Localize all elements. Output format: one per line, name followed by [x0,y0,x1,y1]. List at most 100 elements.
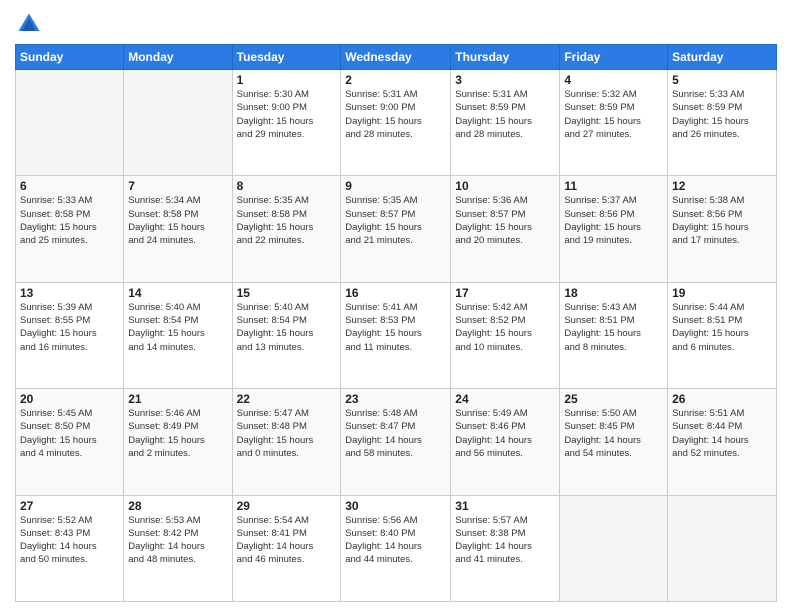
column-header-tuesday: Tuesday [232,45,341,70]
column-header-monday: Monday [124,45,232,70]
calendar-week-row: 20Sunrise: 5:45 AM Sunset: 8:50 PM Dayli… [16,389,777,495]
calendar-cell: 28Sunrise: 5:53 AM Sunset: 8:42 PM Dayli… [124,495,232,601]
calendar-cell: 15Sunrise: 5:40 AM Sunset: 8:54 PM Dayli… [232,282,341,388]
calendar-cell: 23Sunrise: 5:48 AM Sunset: 8:47 PM Dayli… [341,389,451,495]
day-info: Sunrise: 5:35 AM Sunset: 8:58 PM Dayligh… [237,194,337,247]
calendar: SundayMondayTuesdayWednesdayThursdayFrid… [15,44,777,602]
day-info: Sunrise: 5:49 AM Sunset: 8:46 PM Dayligh… [455,407,555,460]
day-number: 27 [20,499,119,513]
calendar-cell: 11Sunrise: 5:37 AM Sunset: 8:56 PM Dayli… [560,176,668,282]
column-header-wednesday: Wednesday [341,45,451,70]
calendar-cell [16,70,124,176]
calendar-cell: 3Sunrise: 5:31 AM Sunset: 8:59 PM Daylig… [451,70,560,176]
day-info: Sunrise: 5:40 AM Sunset: 8:54 PM Dayligh… [237,301,337,354]
day-number: 26 [672,392,772,406]
day-number: 22 [237,392,337,406]
day-info: Sunrise: 5:31 AM Sunset: 9:00 PM Dayligh… [345,88,446,141]
column-header-saturday: Saturday [668,45,777,70]
day-number: 21 [128,392,227,406]
calendar-cell: 31Sunrise: 5:57 AM Sunset: 8:38 PM Dayli… [451,495,560,601]
day-number: 29 [237,499,337,513]
calendar-week-row: 6Sunrise: 5:33 AM Sunset: 8:58 PM Daylig… [16,176,777,282]
calendar-cell: 16Sunrise: 5:41 AM Sunset: 8:53 PM Dayli… [341,282,451,388]
logo [15,10,47,38]
day-info: Sunrise: 5:42 AM Sunset: 8:52 PM Dayligh… [455,301,555,354]
calendar-cell: 1Sunrise: 5:30 AM Sunset: 9:00 PM Daylig… [232,70,341,176]
day-info: Sunrise: 5:33 AM Sunset: 8:59 PM Dayligh… [672,88,772,141]
calendar-cell: 30Sunrise: 5:56 AM Sunset: 8:40 PM Dayli… [341,495,451,601]
calendar-cell: 24Sunrise: 5:49 AM Sunset: 8:46 PM Dayli… [451,389,560,495]
calendar-cell: 2Sunrise: 5:31 AM Sunset: 9:00 PM Daylig… [341,70,451,176]
column-header-sunday: Sunday [16,45,124,70]
column-header-friday: Friday [560,45,668,70]
day-number: 5 [672,73,772,87]
day-number: 4 [564,73,663,87]
calendar-cell: 21Sunrise: 5:46 AM Sunset: 8:49 PM Dayli… [124,389,232,495]
day-info: Sunrise: 5:38 AM Sunset: 8:56 PM Dayligh… [672,194,772,247]
day-number: 16 [345,286,446,300]
calendar-cell: 10Sunrise: 5:36 AM Sunset: 8:57 PM Dayli… [451,176,560,282]
day-info: Sunrise: 5:53 AM Sunset: 8:42 PM Dayligh… [128,514,227,567]
calendar-cell: 14Sunrise: 5:40 AM Sunset: 8:54 PM Dayli… [124,282,232,388]
calendar-cell: 4Sunrise: 5:32 AM Sunset: 8:59 PM Daylig… [560,70,668,176]
day-number: 3 [455,73,555,87]
day-number: 19 [672,286,772,300]
calendar-cell [124,70,232,176]
calendar-cell: 6Sunrise: 5:33 AM Sunset: 8:58 PM Daylig… [16,176,124,282]
day-info: Sunrise: 5:43 AM Sunset: 8:51 PM Dayligh… [564,301,663,354]
day-info: Sunrise: 5:37 AM Sunset: 8:56 PM Dayligh… [564,194,663,247]
day-info: Sunrise: 5:40 AM Sunset: 8:54 PM Dayligh… [128,301,227,354]
day-number: 13 [20,286,119,300]
day-info: Sunrise: 5:57 AM Sunset: 8:38 PM Dayligh… [455,514,555,567]
logo-icon [15,10,43,38]
calendar-cell: 8Sunrise: 5:35 AM Sunset: 8:58 PM Daylig… [232,176,341,282]
calendar-cell: 27Sunrise: 5:52 AM Sunset: 8:43 PM Dayli… [16,495,124,601]
day-number: 6 [20,179,119,193]
day-info: Sunrise: 5:31 AM Sunset: 8:59 PM Dayligh… [455,88,555,141]
day-info: Sunrise: 5:34 AM Sunset: 8:58 PM Dayligh… [128,194,227,247]
day-number: 14 [128,286,227,300]
day-number: 11 [564,179,663,193]
day-number: 17 [455,286,555,300]
calendar-cell: 9Sunrise: 5:35 AM Sunset: 8:57 PM Daylig… [341,176,451,282]
calendar-cell: 19Sunrise: 5:44 AM Sunset: 8:51 PM Dayli… [668,282,777,388]
column-header-thursday: Thursday [451,45,560,70]
calendar-cell: 5Sunrise: 5:33 AM Sunset: 8:59 PM Daylig… [668,70,777,176]
calendar-cell: 12Sunrise: 5:38 AM Sunset: 8:56 PM Dayli… [668,176,777,282]
calendar-week-row: 13Sunrise: 5:39 AM Sunset: 8:55 PM Dayli… [16,282,777,388]
day-info: Sunrise: 5:39 AM Sunset: 8:55 PM Dayligh… [20,301,119,354]
day-number: 7 [128,179,227,193]
calendar-cell: 20Sunrise: 5:45 AM Sunset: 8:50 PM Dayli… [16,389,124,495]
page: SundayMondayTuesdayWednesdayThursdayFrid… [0,0,792,612]
calendar-cell: 26Sunrise: 5:51 AM Sunset: 8:44 PM Dayli… [668,389,777,495]
day-number: 30 [345,499,446,513]
calendar-cell: 17Sunrise: 5:42 AM Sunset: 8:52 PM Dayli… [451,282,560,388]
day-number: 15 [237,286,337,300]
calendar-cell [560,495,668,601]
day-info: Sunrise: 5:50 AM Sunset: 8:45 PM Dayligh… [564,407,663,460]
day-info: Sunrise: 5:44 AM Sunset: 8:51 PM Dayligh… [672,301,772,354]
day-number: 18 [564,286,663,300]
day-info: Sunrise: 5:54 AM Sunset: 8:41 PM Dayligh… [237,514,337,567]
day-number: 23 [345,392,446,406]
calendar-cell [668,495,777,601]
day-number: 1 [237,73,337,87]
calendar-week-row: 1Sunrise: 5:30 AM Sunset: 9:00 PM Daylig… [16,70,777,176]
day-info: Sunrise: 5:32 AM Sunset: 8:59 PM Dayligh… [564,88,663,141]
calendar-cell: 25Sunrise: 5:50 AM Sunset: 8:45 PM Dayli… [560,389,668,495]
day-number: 12 [672,179,772,193]
calendar-cell: 18Sunrise: 5:43 AM Sunset: 8:51 PM Dayli… [560,282,668,388]
day-info: Sunrise: 5:51 AM Sunset: 8:44 PM Dayligh… [672,407,772,460]
day-info: Sunrise: 5:41 AM Sunset: 8:53 PM Dayligh… [345,301,446,354]
day-info: Sunrise: 5:30 AM Sunset: 9:00 PM Dayligh… [237,88,337,141]
day-info: Sunrise: 5:45 AM Sunset: 8:50 PM Dayligh… [20,407,119,460]
calendar-cell: 22Sunrise: 5:47 AM Sunset: 8:48 PM Dayli… [232,389,341,495]
day-info: Sunrise: 5:46 AM Sunset: 8:49 PM Dayligh… [128,407,227,460]
day-number: 9 [345,179,446,193]
header [15,10,777,38]
day-number: 28 [128,499,227,513]
day-info: Sunrise: 5:33 AM Sunset: 8:58 PM Dayligh… [20,194,119,247]
day-number: 8 [237,179,337,193]
calendar-header-row: SundayMondayTuesdayWednesdayThursdayFrid… [16,45,777,70]
day-info: Sunrise: 5:56 AM Sunset: 8:40 PM Dayligh… [345,514,446,567]
